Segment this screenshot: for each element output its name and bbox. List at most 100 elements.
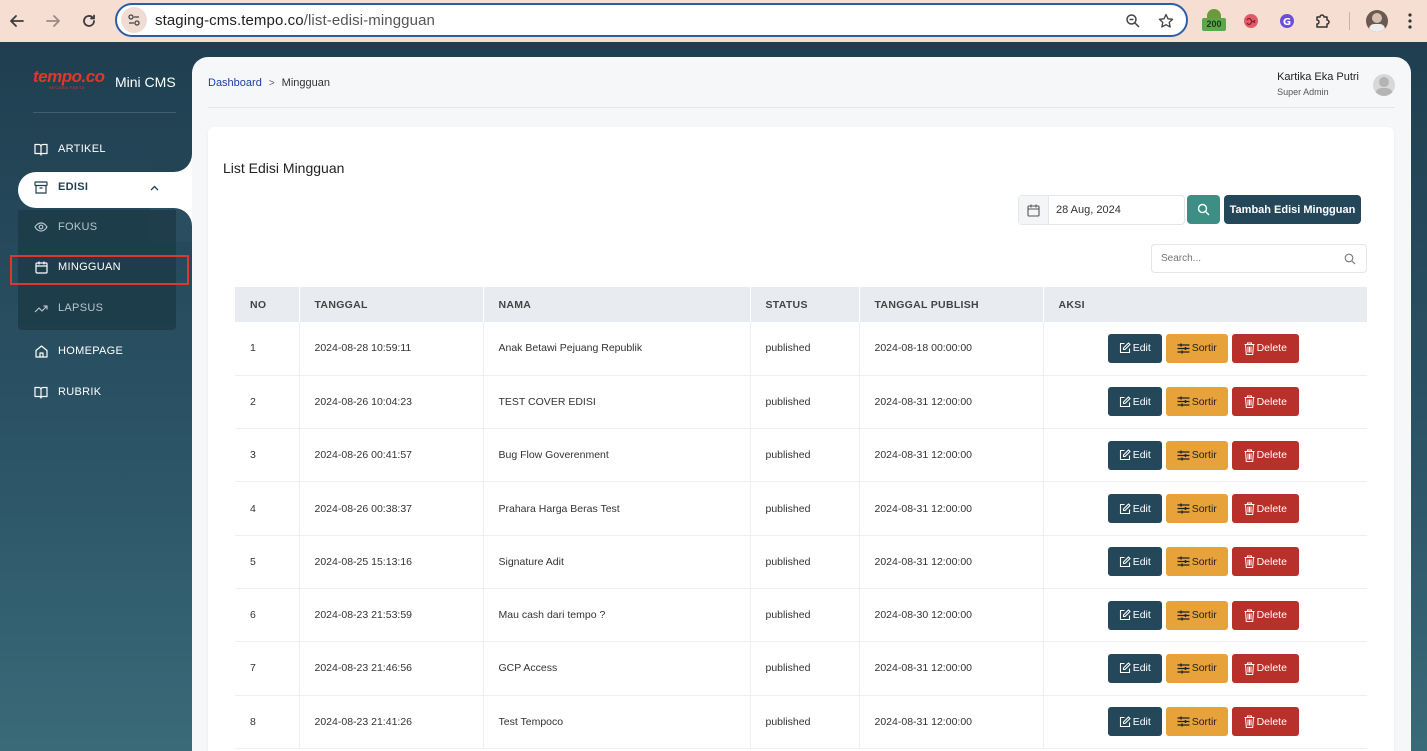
edit-icon (1119, 396, 1131, 407)
breadcrumb-dashboard-link[interactable]: Dashboard (208, 77, 262, 89)
cell-tanggal: 2024-08-23 21:53:59 (299, 588, 484, 643)
edit-button[interactable]: Edit (1107, 387, 1162, 417)
edit-icon (1119, 609, 1131, 621)
edit-button[interactable]: Edit (1107, 333, 1162, 363)
column-header: NAMA (483, 287, 751, 322)
site-settings-icon[interactable] (121, 7, 147, 33)
delete-label: Delete (1256, 395, 1287, 408)
cell-nama: TEST COVER EDISI (483, 375, 751, 430)
delete-button[interactable]: Delete (1231, 333, 1299, 363)
date-picker[interactable]: 28 Aug, 2024 (1018, 195, 1185, 225)
calendar-icon[interactable] (1019, 196, 1049, 224)
back-icon[interactable] (4, 8, 30, 34)
edit-label: Edit (1132, 555, 1151, 568)
sidebar-item-homepage[interactable]: HOMEPAGE (34, 341, 123, 361)
chevron-up-icon[interactable] (150, 183, 159, 194)
sortir-button[interactable]: Sortir (1165, 333, 1228, 363)
app-name: Mini CMS (115, 74, 176, 90)
extension-brain-icon[interactable] (1239, 9, 1263, 33)
edit-label: Edit (1132, 449, 1151, 462)
sortir-button[interactable]: Sortir (1165, 440, 1228, 470)
delete-label: Delete (1256, 609, 1287, 622)
delete-button[interactable]: Delete (1231, 387, 1299, 417)
bookmark-star-icon[interactable] (1156, 11, 1176, 31)
browser-menu-icon[interactable] (1398, 9, 1422, 33)
sidebar-subitem-label: LAPSUS (58, 302, 104, 314)
svg-text:G: G (1283, 17, 1291, 28)
delete-button[interactable]: Delete (1231, 440, 1299, 470)
column-header: AKSI (1043, 287, 1367, 322)
table-row: 7 2024-08-23 21:46:56 GCP Access publish… (235, 641, 1367, 696)
trash-icon (1244, 609, 1255, 622)
delete-label: Delete (1256, 502, 1287, 515)
sliders-icon (1177, 503, 1190, 514)
url-path: /list-edisi-mingguan (303, 11, 435, 29)
delete-button[interactable]: Delete (1231, 547, 1299, 577)
sortir-button[interactable]: Sortir (1165, 494, 1228, 524)
cell-no: 3 (235, 428, 300, 483)
edit-button[interactable]: Edit (1107, 653, 1162, 683)
tempo-logo[interactable]: tempo.co SECARA FAKTA (33, 67, 105, 90)
extension-g-icon[interactable]: G (1275, 9, 1299, 33)
sortir-button[interactable]: Sortir (1165, 387, 1228, 417)
url-host: staging-cms.tempo.co (155, 11, 304, 29)
cell-status: published (750, 322, 860, 376)
edit-label: Edit (1132, 395, 1151, 408)
eye-icon (34, 220, 48, 234)
sortir-button[interactable]: Sortir (1165, 600, 1228, 630)
trash-icon (1244, 342, 1255, 355)
sliders-icon (1177, 396, 1190, 407)
delete-button[interactable]: Delete (1231, 494, 1299, 524)
cell-no: 7 (235, 641, 300, 696)
page-title: List Edisi Mingguan (223, 160, 345, 176)
sortir-label: Sortir (1191, 342, 1217, 355)
trash-icon (1244, 555, 1255, 569)
edit-button[interactable]: Edit (1107, 494, 1162, 524)
home-icon (34, 344, 48, 358)
sidebar-item-label: HOMEPAGE (58, 345, 124, 357)
breadcrumb: Dashboard > Mingguan (208, 77, 330, 89)
search-input[interactable] (1161, 253, 1343, 264)
cell-nama: Anak Betawi Pejuang Republik (483, 322, 751, 376)
cell-tanggal-publish: 2024-08-31 12:00:00 (859, 535, 1044, 589)
sortir-button[interactable]: Sortir (1165, 653, 1228, 683)
toolbar-divider (1349, 12, 1350, 30)
sortir-button[interactable]: Sortir (1165, 547, 1228, 577)
trash-icon (1244, 395, 1255, 409)
edit-button[interactable]: Edit (1107, 547, 1162, 577)
delete-button[interactable]: Delete (1231, 600, 1299, 630)
sidebar-item-edisi[interactable]: EDISI (34, 180, 88, 194)
cell-tanggal: 2024-08-26 00:41:57 (299, 428, 484, 483)
sortir-button[interactable]: Sortir (1165, 707, 1228, 737)
zoom-icon[interactable] (1123, 11, 1143, 31)
sidebar-subitem-fokus[interactable]: FOKUS (34, 220, 97, 234)
edit-button[interactable]: Edit (1107, 440, 1162, 470)
profile-avatar-icon[interactable] (1365, 9, 1389, 33)
avatar[interactable] (1373, 74, 1395, 96)
delete-button[interactable]: Delete (1231, 707, 1299, 737)
extension-badge-icon[interactable]: 200 (1202, 9, 1226, 33)
trash-icon (1244, 449, 1255, 462)
table-search[interactable] (1151, 244, 1367, 273)
address-bar[interactable]: staging-cms.tempo.co/list-edisi-mingguan (115, 3, 1188, 37)
cell-tanggal-publish: 2024-08-31 12:00:00 (859, 375, 1044, 430)
reload-icon[interactable] (76, 8, 102, 34)
edit-button[interactable]: Edit (1107, 600, 1162, 630)
user-info[interactable]: Kartika Eka Putri Super Admin (1277, 71, 1359, 97)
edit-button[interactable]: Edit (1107, 707, 1162, 737)
sidebar-subitem-lapsus[interactable]: LAPSUS (34, 301, 103, 315)
delete-button[interactable]: Delete (1231, 653, 1299, 683)
extensions-puzzle-icon[interactable] (1311, 9, 1335, 33)
date-search-button[interactable] (1187, 195, 1220, 224)
search-icon[interactable] (1343, 252, 1357, 266)
edit-icon (1119, 662, 1131, 674)
sidebar-item-label: RUBRIK (58, 386, 102, 398)
add-edisi-button[interactable]: Tambah Edisi Mingguan (1224, 195, 1361, 224)
sidebar-item-artikel[interactable]: ARTIKEL (34, 139, 106, 159)
delete-label: Delete (1256, 342, 1287, 355)
forward-icon[interactable] (40, 8, 66, 34)
user-role: Super Admin (1277, 87, 1329, 97)
cell-aksi: Edit Sortir Delete (1043, 375, 1367, 430)
sidebar-item-rubrik[interactable]: RUBRIK (34, 382, 101, 402)
cell-tanggal: 2024-08-28 10:59:11 (299, 322, 484, 376)
